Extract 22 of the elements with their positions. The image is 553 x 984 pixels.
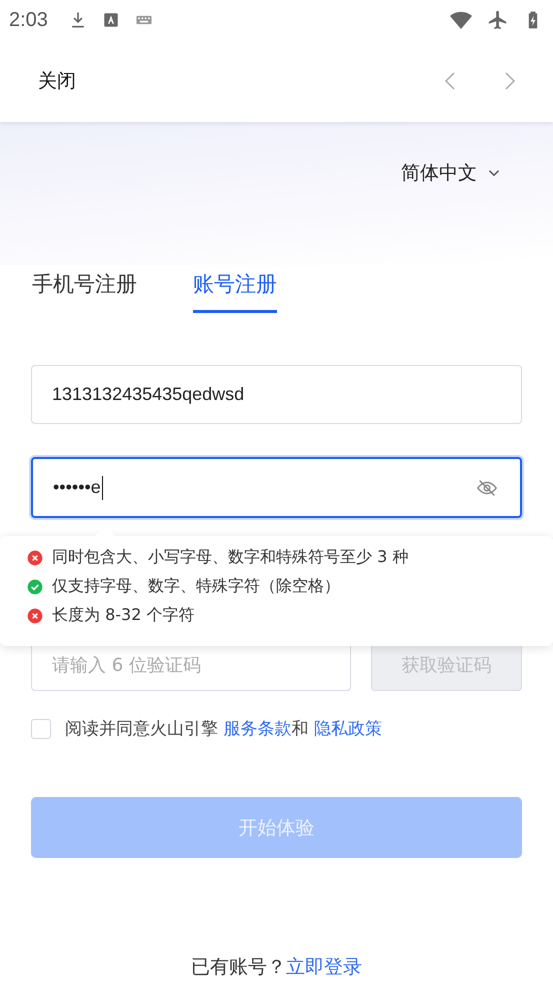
rule-text: 长度为 8-32 个字符: [52, 605, 194, 626]
language-selector[interactable]: 简体中文: [401, 160, 503, 186]
account-field[interactable]: 1313132435435qedwsd: [31, 365, 522, 424]
rule-text: 同时包含大、小写字母、数字和特殊符号至少 3 种: [52, 547, 408, 568]
footer-text: 已有账号？: [191, 955, 286, 980]
chevron-right-icon: [505, 72, 515, 90]
status-time: 2:03: [9, 8, 48, 32]
agreement-text: 阅读并同意火山引擎 服务条款和 隐私政策: [65, 718, 382, 740]
rule-text: 仅支持字母、数字、特殊字符（除空格）: [52, 576, 340, 597]
terms-link[interactable]: 服务条款: [223, 719, 292, 739]
forward-button[interactable]: [505, 72, 515, 90]
privacy-link[interactable]: 隐私政策: [314, 719, 382, 739]
checkbox[interactable]: [31, 718, 51, 738]
tab[interactable]: 手机号注册: [32, 265, 137, 313]
font-icon: [102, 11, 120, 29]
close-button[interactable]: 关闭: [38, 68, 76, 94]
password-field[interactable]: ••••••e: [31, 457, 522, 518]
back-button[interactable]: [445, 72, 455, 90]
tab[interactable]: 账号注册: [193, 265, 277, 313]
airplane-icon: [487, 9, 509, 31]
login-link[interactable]: 立即登录: [286, 954, 362, 980]
chevron-left-icon: [445, 72, 455, 90]
